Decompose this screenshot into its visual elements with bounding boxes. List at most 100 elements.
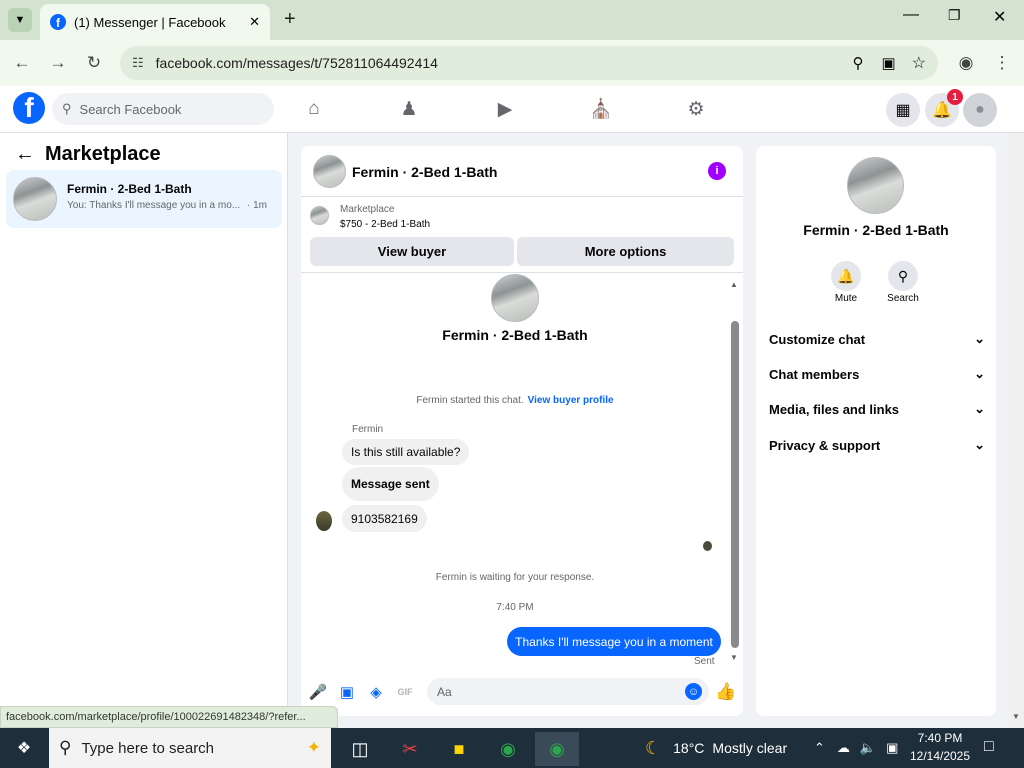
site-info-icon[interactable]: ☷	[132, 55, 144, 71]
marketplace-icon[interactable]: ⛪	[587, 96, 615, 122]
section-label: Media, files and links	[769, 401, 900, 417]
chevron-up-icon[interactable]: ⌃	[814, 740, 825, 756]
my-message-bubble[interactable]: Thanks I'll message you in a moment	[507, 627, 721, 656]
view-buyer-button[interactable]: View buyer	[310, 237, 514, 266]
system-tray[interactable]: ⌃ ☁ 🔈 ▣	[814, 736, 898, 760]
sender-avatar[interactable]	[316, 511, 332, 531]
page-scrollbar[interactable]	[1009, 133, 1024, 728]
media-files-section[interactable]: Media, files and links ⌄	[769, 398, 985, 420]
zoom-icon[interactable]: ⚲	[852, 54, 863, 72]
friends-icon[interactable]: ♟	[395, 96, 423, 122]
search-icon[interactable]: ⚲	[888, 261, 918, 291]
volume-icon[interactable]: 🔈	[860, 740, 876, 756]
windows-start-icon[interactable]: ❖	[14, 739, 34, 757]
listing-title[interactable]: $750 - 2-Bed 1-Bath	[340, 219, 430, 230]
view-buyer-profile-link[interactable]: View buyer profile	[528, 395, 614, 406]
account-avatar[interactable]: ●	[963, 93, 997, 127]
divider	[301, 272, 743, 273]
waiting-text: Fermin is waiting for your response.	[435, 572, 595, 583]
taskbar-search-placeholder: Type here to search	[81, 739, 215, 757]
notification-badge: 1	[947, 89, 963, 105]
conversation-name: Fermin · 2-Bed 1-Bath	[67, 182, 192, 196]
weather-widget[interactable]: ☾ 18°C Mostly clear	[645, 734, 787, 762]
tab-search-button[interactable]: ▼	[8, 8, 32, 32]
gif-icon[interactable]: GIF	[395, 683, 415, 700]
close-window-button[interactable]: ✕	[993, 7, 1006, 27]
listing-thumbnail[interactable]	[310, 206, 329, 225]
emoji-icon[interactable]: ☺	[685, 683, 702, 700]
menu-grid-icon[interactable]: ▦	[886, 93, 920, 127]
tab-close-icon[interactable]: ✕	[249, 14, 260, 30]
search-label: Search	[887, 293, 919, 304]
taskbar-search-box[interactable]: ⚲ Type here to search ✦	[49, 728, 331, 768]
gaming-icon[interactable]: ⚙	[682, 96, 710, 122]
display-icon[interactable]: ▣	[886, 740, 898, 756]
message-placeholder: Aa	[437, 684, 452, 699]
snipping-tool-icon[interactable]: ✂	[388, 732, 432, 766]
chat-profile-avatar	[491, 274, 539, 322]
browser-tab[interactable]: f (1) Messenger | Facebook ✕	[40, 4, 270, 40]
scroll-down-arrow[interactable]: ▼	[730, 653, 738, 662]
message-bubble[interactable]: Is this still available?	[342, 439, 470, 465]
chevron-down-icon: ⌄	[974, 401, 985, 416]
chat-members-section[interactable]: Chat members ⌄	[769, 363, 985, 385]
chrome-icon[interactable]: ◉	[486, 732, 530, 766]
profile-icon[interactable]: ◉	[950, 47, 982, 79]
privacy-support-section[interactable]: Privacy & support ⌄	[769, 434, 985, 456]
customize-chat-section[interactable]: Customize chat ⌄	[769, 328, 985, 350]
facebook-favicon-icon: f	[50, 14, 66, 30]
mute-bell-icon[interactable]: 🔔	[831, 261, 861, 291]
info-avatar[interactable]	[847, 157, 904, 214]
clock-date[interactable]: 12/14/2025	[906, 749, 974, 763]
microphone-icon[interactable]: 🎤	[308, 683, 328, 701]
info-name: Fermin · 2-Bed 1-Bath	[803, 222, 949, 238]
chat-header-avatar[interactable]	[313, 155, 346, 188]
conversation-preview: You: Thanks I'll message you in a mo...	[67, 200, 241, 211]
new-tab-button[interactable]: +	[284, 8, 296, 31]
address-bar[interactable]: ☷ facebook.com/messages/t/75281106449241…	[120, 46, 938, 80]
home-icon[interactable]: ⌂	[300, 96, 328, 122]
message-bubble[interactable]: 9103582169	[342, 505, 427, 532]
message-bubble[interactable]: Message sent	[342, 467, 439, 501]
facebook-logo-icon[interactable]: f	[13, 92, 45, 124]
scroll-up-arrow[interactable]: ▲	[730, 280, 738, 289]
clock-time[interactable]: 7:40 PM	[906, 731, 974, 745]
section-label: Chat members	[769, 366, 860, 382]
like-thumb-icon[interactable]: 👍	[715, 682, 736, 701]
listing-source: Marketplace	[340, 204, 395, 215]
chevron-down-icon: ⌄	[974, 366, 985, 381]
page-scroll-down-arrow[interactable]: ▼	[1012, 712, 1020, 721]
more-options-button[interactable]: More options	[517, 237, 734, 266]
maximize-button[interactable]: ❐	[948, 7, 961, 24]
chat-scrollbar-thumb[interactable]	[731, 321, 739, 648]
status-url-tooltip: facebook.com/marketplace/profile/1000226…	[0, 706, 338, 728]
reload-button[interactable]: ↻	[78, 47, 110, 79]
info-icon[interactable]: i	[708, 162, 726, 180]
back-arrow-icon[interactable]: ←	[15, 143, 35, 166]
task-view-icon[interactable]: ◫	[338, 732, 382, 766]
forward-button[interactable]: →	[42, 47, 74, 79]
url-text[interactable]: facebook.com/messages/t/752811064492414	[156, 55, 853, 71]
notification-center-icon[interactable]: □	[984, 738, 994, 756]
temperature: 18°C	[673, 740, 705, 756]
network-cloud-icon[interactable]: ☁	[837, 740, 850, 756]
photo-icon[interactable]: ▣	[337, 683, 357, 701]
conversation-time: · 1m	[247, 200, 267, 211]
install-app-icon[interactable]: ▣	[881, 54, 895, 72]
facebook-search-input[interactable]: ⚲ Search Facebook	[52, 93, 274, 125]
time-divider: 7:40 PM	[496, 602, 534, 613]
minimize-button[interactable]: —	[903, 6, 919, 24]
chrome-active-icon[interactable]: ◉	[535, 732, 579, 766]
message-input[interactable]: Aa	[427, 678, 709, 705]
chevron-down-icon: ⌄	[974, 437, 985, 452]
tab-title: (1) Messenger | Facebook	[74, 14, 226, 30]
video-icon[interactable]: ▶	[491, 96, 519, 122]
started-chat-text: Fermin started this chat.	[416, 395, 524, 406]
sticky-notes-icon[interactable]: ■	[437, 732, 481, 766]
chat-title[interactable]: Fermin · 2-Bed 1-Bath	[352, 164, 497, 180]
browser-menu-icon[interactable]: ⋮	[986, 47, 1018, 79]
sticker-icon[interactable]: ◈	[366, 683, 386, 701]
back-button[interactable]: ←	[6, 47, 38, 79]
search-highlight-icon: ✦	[306, 738, 321, 757]
bookmark-star-icon[interactable]: ☆	[912, 53, 926, 73]
